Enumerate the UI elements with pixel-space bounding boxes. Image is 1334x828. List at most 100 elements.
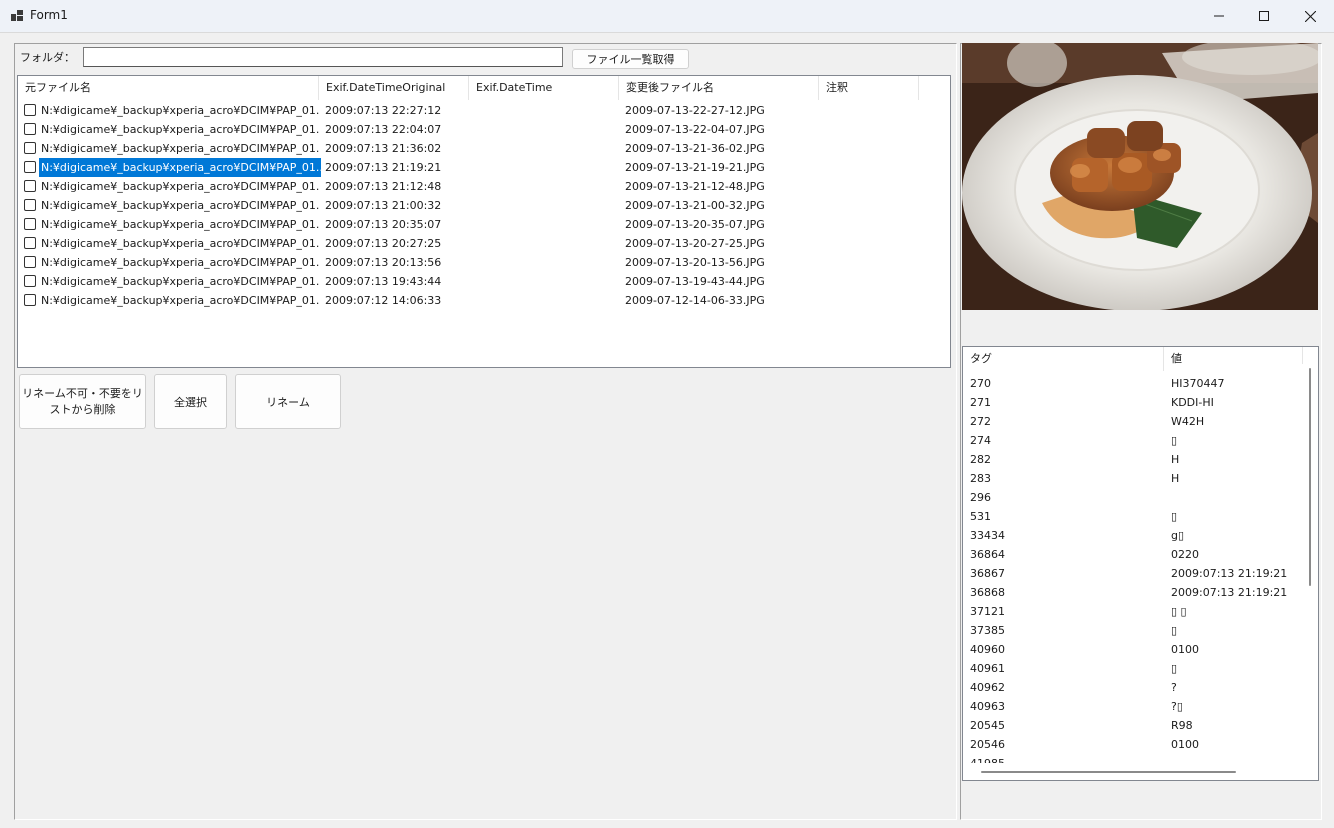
file-list-row[interactable]: N:¥digicame¥_backup¥xperia_acro¥DCIM¥PAP… bbox=[18, 234, 950, 253]
select-all-button[interactable]: 全選択 bbox=[154, 374, 227, 429]
rename-button[interactable]: リネーム bbox=[235, 374, 341, 429]
minimize-button[interactable] bbox=[1196, 0, 1242, 32]
tag-list-row[interactable]: 40961 ▯ bbox=[963, 659, 1303, 678]
cell-value: g▯ bbox=[1171, 529, 1185, 542]
tag-list-row[interactable]: 274 ▯ bbox=[963, 431, 1303, 450]
tag-list-row[interactable]: 36867 2009:07:13 21:19:21 bbox=[963, 564, 1303, 583]
row-checkbox[interactable] bbox=[24, 161, 36, 173]
file-list-row[interactable]: N:¥digicame¥_backup¥xperia_acro¥DCIM¥PAP… bbox=[18, 291, 950, 310]
cell-datetime bbox=[475, 120, 615, 139]
cell-datetime-original: 2009:07:13 21:19:21 bbox=[325, 161, 442, 174]
cell-datetime bbox=[475, 253, 615, 272]
minimize-icon bbox=[1214, 15, 1224, 17]
column-header-note[interactable]: 注釈 bbox=[819, 76, 919, 100]
cell-value: 0220 bbox=[1171, 548, 1199, 561]
cell-source-name: N:¥digicame¥_backup¥xperia_acro¥DCIM¥PAP… bbox=[41, 275, 319, 288]
row-checkbox[interactable] bbox=[24, 275, 36, 287]
cell-new-name: 2009-07-13-22-27-12.JPG bbox=[625, 104, 765, 117]
cell-datetime-original: 2009:07:13 21:36:02 bbox=[325, 142, 442, 155]
tag-list-row[interactable]: 40960 0100 bbox=[963, 640, 1303, 659]
tag-list-row[interactable]: 36864 0220 bbox=[963, 545, 1303, 564]
cell-datetime-original: 2009:07:13 20:35:07 bbox=[325, 218, 442, 231]
tag-list-row[interactable]: 40963 ?▯ bbox=[963, 697, 1303, 716]
remove-from-list-button[interactable]: リネーム不可・不要をリ ストから削除 bbox=[19, 374, 146, 429]
row-checkbox[interactable] bbox=[24, 218, 36, 230]
cell-new-name: 2009-07-13-21-00-32.JPG bbox=[625, 199, 765, 212]
tag-list-row[interactable]: 40962? bbox=[963, 678, 1303, 697]
cell-tag: 40960 bbox=[970, 643, 1005, 656]
tag-list-row[interactable]: 37385 ▯ bbox=[963, 621, 1303, 640]
tag-list-row[interactable]: 20546 0100 bbox=[963, 735, 1303, 754]
window-title: Form1 bbox=[30, 8, 68, 22]
tag-list-row[interactable]: 296 bbox=[963, 488, 1303, 507]
cell-new-name: 2009-07-13-19-43-44.JPG bbox=[625, 275, 765, 288]
cell-note bbox=[825, 139, 915, 158]
cell-tag: 283 bbox=[970, 472, 991, 485]
column-header-new-name[interactable]: 変更後ファイル名 bbox=[619, 76, 819, 100]
row-checkbox[interactable] bbox=[24, 256, 36, 268]
column-header-tag[interactable]: タグ bbox=[963, 347, 1164, 371]
cell-note bbox=[825, 291, 915, 310]
column-header-source-name[interactable]: 元ファイル名 bbox=[18, 76, 319, 100]
cell-datetime bbox=[475, 101, 615, 120]
cell-datetime bbox=[475, 196, 615, 215]
column-header-datetime[interactable]: Exif.DateTime bbox=[469, 76, 619, 100]
tag-list-row[interactable]: 33434 g▯ bbox=[963, 526, 1303, 545]
tag-list-row[interactable]: 283 H bbox=[963, 469, 1303, 488]
horizontal-scroll-thumb[interactable] bbox=[981, 771, 1236, 773]
cell-note bbox=[825, 158, 915, 177]
row-checkbox[interactable] bbox=[24, 199, 36, 211]
file-list-row[interactable]: N:¥digicame¥_backup¥xperia_acro¥DCIM¥PAP… bbox=[18, 272, 950, 291]
row-checkbox[interactable] bbox=[24, 237, 36, 249]
tag-list-row[interactable]: 271 KDDI-HI bbox=[963, 393, 1303, 412]
tag-list-row[interactable]: 36868 2009:07:13 21:19:21 bbox=[963, 583, 1303, 602]
row-checkbox[interactable] bbox=[24, 104, 36, 116]
file-list-row[interactable]: N:¥digicame¥_backup¥xperia_acro¥DCIM¥PAP… bbox=[18, 120, 950, 139]
cell-value: ▯ bbox=[1171, 662, 1178, 675]
get-file-list-button[interactable]: ファイル一覧取得 bbox=[572, 49, 689, 69]
cell-datetime-original: 2009:07:13 20:13:56 bbox=[325, 256, 442, 269]
cell-new-name: 2009-07-13-20-13-56.JPG bbox=[625, 256, 765, 269]
exif-tag-list-view[interactable]: タグ 値 270 HI370447 271 KDDI-HI 272 W42H 274 ▯ 282… bbox=[962, 346, 1319, 781]
cell-tag: 36864 bbox=[970, 548, 1005, 561]
file-list-row[interactable]: N:¥digicame¥_backup¥xperia_acro¥DCIM¥PAP… bbox=[18, 177, 950, 196]
row-checkbox[interactable] bbox=[24, 123, 36, 135]
cell-value: ?▯ bbox=[1171, 700, 1183, 713]
cell-value: ▯ ▯ bbox=[1171, 605, 1187, 618]
file-list-row[interactable]: N:¥digicame¥_backup¥xperia_acro¥DCIM¥PAP… bbox=[18, 253, 950, 272]
file-list-row[interactable]: N:¥digicame¥_backup¥xperia_acro¥DCIM¥PAP… bbox=[18, 101, 950, 120]
tag-list-row[interactable]: 282 H bbox=[963, 450, 1303, 469]
row-checkbox[interactable] bbox=[24, 294, 36, 306]
horizontal-scrollbar[interactable] bbox=[963, 763, 1303, 780]
cell-value: ▯ bbox=[1171, 510, 1178, 523]
maximize-button[interactable] bbox=[1241, 0, 1287, 32]
folder-input[interactable] bbox=[83, 47, 563, 67]
column-header-datetime-original[interactable]: Exif.DateTimeOriginal bbox=[319, 76, 469, 100]
tag-list-row[interactable]: 20545 R98 bbox=[963, 716, 1303, 735]
row-checkbox[interactable] bbox=[24, 142, 36, 154]
vertical-scroll-thumb[interactable] bbox=[1309, 368, 1311, 586]
cell-tag: 296 bbox=[970, 491, 991, 504]
tag-list-row[interactable]: 270 HI370447 bbox=[963, 374, 1303, 393]
cell-tag: 40962 bbox=[970, 681, 1005, 694]
file-list-row[interactable]: N:¥digicame¥_backup¥xperia_acro¥DCIM¥PAP… bbox=[18, 196, 950, 215]
file-list-row[interactable]: N:¥digicame¥_backup¥xperia_acro¥DCIM¥PAP… bbox=[18, 139, 950, 158]
food-plate-image bbox=[962, 43, 1318, 310]
vertical-scrollbar[interactable] bbox=[1301, 364, 1318, 764]
cell-datetime bbox=[475, 139, 615, 158]
tag-list-row[interactable]: 272 W42H bbox=[963, 412, 1303, 431]
cell-datetime-original: 2009:07:13 21:12:48 bbox=[325, 180, 442, 193]
cell-tag: 20546 bbox=[970, 738, 1005, 751]
column-header-value[interactable]: 値 bbox=[1164, 347, 1303, 371]
tag-list-row[interactable]: 531 ▯ bbox=[963, 507, 1303, 526]
file-list-view[interactable]: 元ファイル名 Exif.DateTimeOriginal Exif.DateTi… bbox=[17, 75, 951, 368]
row-checkbox[interactable] bbox=[24, 180, 36, 192]
tag-list-row[interactable]: 37121 ▯ ▯ bbox=[963, 602, 1303, 621]
file-list-row[interactable]: N:¥digicame¥_backup¥xperia_acro¥DCIM¥PAP… bbox=[18, 158, 950, 177]
file-list-row[interactable]: N:¥digicame¥_backup¥xperia_acro¥DCIM¥PAP… bbox=[18, 215, 950, 234]
cell-tag: 272 bbox=[970, 415, 991, 428]
cell-datetime-original: 2009:07:13 22:04:07 bbox=[325, 123, 442, 136]
cell-note bbox=[825, 234, 915, 253]
cell-source-name: N:¥digicame¥_backup¥xperia_acro¥DCIM¥PAP… bbox=[41, 294, 319, 307]
close-button[interactable] bbox=[1287, 0, 1333, 32]
